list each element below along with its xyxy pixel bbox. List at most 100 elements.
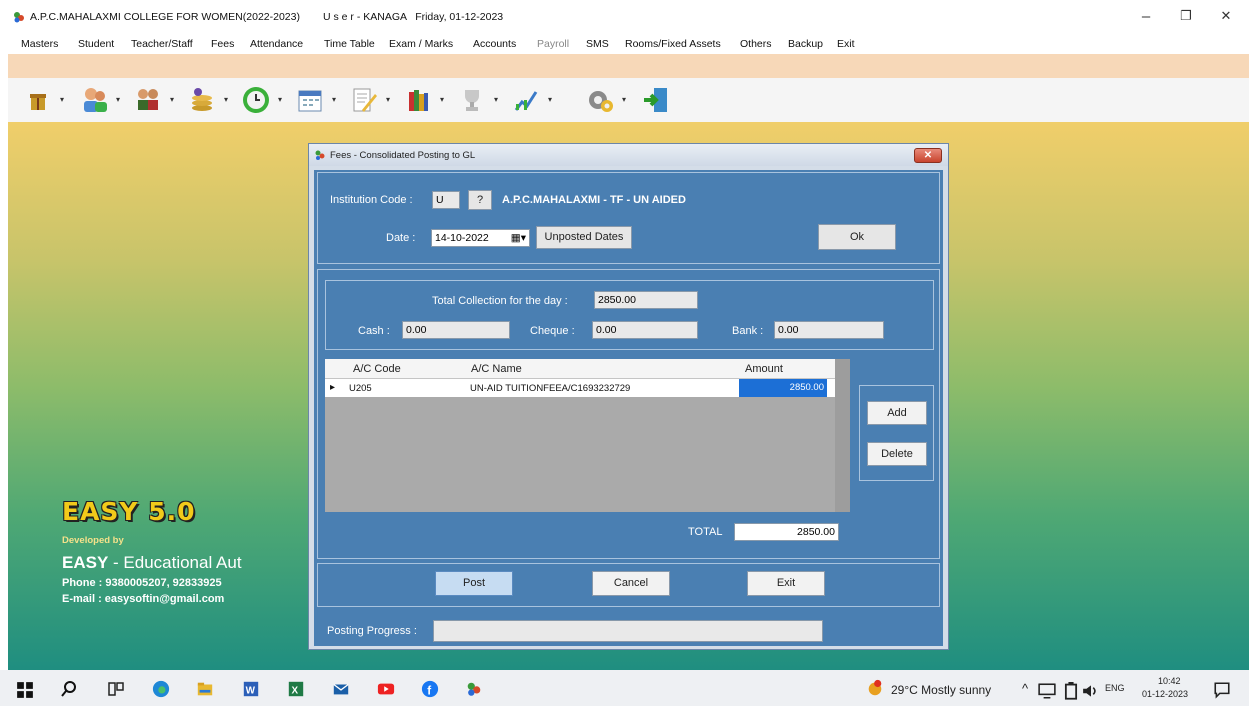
menu-backup[interactable]: Backup: [788, 38, 823, 50]
add-button[interactable]: Add: [867, 401, 927, 425]
close-button[interactable]: ✕: [1211, 8, 1241, 28]
notification-icon[interactable]: [1213, 681, 1231, 699]
dropdown-arrow-icon[interactable]: ▾: [224, 96, 230, 104]
clock-icon[interactable]: [240, 84, 272, 116]
row-selector-icon: ▸: [330, 382, 336, 393]
institution-lookup-button[interactable]: ?: [468, 190, 492, 210]
menu-fees[interactable]: Fees: [211, 38, 234, 50]
menu-rooms-fixed-assets[interactable]: Rooms/Fixed Assets: [625, 38, 721, 50]
volume-icon[interactable]: [1082, 682, 1100, 700]
exit-door-icon[interactable]: [640, 84, 672, 116]
menu-masters[interactable]: Masters: [21, 38, 58, 50]
language-indicator[interactable]: ENG: [1105, 683, 1125, 693]
menu-payroll[interactable]: Payroll: [537, 38, 569, 50]
row-ac-name[interactable]: UN-AID TUITIONFEEA/C1693232729: [470, 383, 630, 394]
dialog-title: Fees - Consolidated Posting to GL: [330, 150, 476, 161]
exit-button[interactable]: Exit: [747, 571, 825, 596]
grid-header-amount[interactable]: Amount: [745, 363, 783, 375]
app-logo-icon: [14, 12, 24, 23]
menu-attendance[interactable]: Attendance: [250, 38, 303, 50]
clock-date[interactable]: 01-12-2023: [1142, 689, 1188, 699]
facebook-icon[interactable]: f: [421, 680, 439, 698]
delete-button[interactable]: Delete: [867, 442, 927, 466]
gift-icon[interactable]: [22, 84, 54, 116]
row-amount[interactable]: 2850.00: [739, 379, 827, 397]
email-line: E-mail : easysoftin@gmail.com: [62, 593, 225, 605]
dropdown-arrow-icon[interactable]: ▾: [278, 96, 284, 104]
battery-icon[interactable]: [1062, 682, 1080, 700]
task-view-icon[interactable]: [107, 680, 125, 698]
search-icon[interactable]: [60, 680, 78, 698]
clock-time[interactable]: 10:42: [1158, 676, 1181, 686]
word-icon[interactable]: W: [242, 680, 260, 698]
row-ac-code[interactable]: U205: [349, 383, 372, 394]
menu-teacher-staff[interactable]: Teacher/Staff: [131, 38, 193, 50]
menu-bar: Masters Student Teacher/Staff Fees Atten…: [0, 36, 1249, 54]
coins-icon[interactable]: [186, 84, 218, 116]
dialog-title-bar: Fees - Consolidated Posting to GL ✕: [309, 144, 948, 166]
excel-icon[interactable]: X: [287, 680, 305, 698]
post-button[interactable]: Post: [435, 571, 513, 596]
menu-accounts[interactable]: Accounts: [473, 38, 516, 50]
date-picker-field[interactable]: 14-10-2022 ▦▾: [431, 229, 530, 247]
dropdown-arrow-icon[interactable]: ▾: [332, 96, 338, 104]
start-icon[interactable]: [16, 681, 34, 699]
calendar-dropdown-icon[interactable]: ▦▾: [511, 232, 526, 244]
app-icon[interactable]: [465, 680, 483, 698]
dropdown-arrow-icon[interactable]: ▾: [622, 96, 628, 104]
cheque-field[interactable]: 0.00: [592, 321, 698, 339]
date-value: 14-10-2022: [435, 232, 489, 244]
institution-code-field[interactable]: U: [432, 191, 460, 209]
dropdown-arrow-icon[interactable]: ▾: [440, 96, 446, 104]
date-label: Date :: [386, 232, 416, 244]
menu-student[interactable]: Student: [78, 38, 114, 50]
dialog-close-button[interactable]: ✕: [914, 148, 942, 163]
students-icon[interactable]: [132, 84, 164, 116]
youtube-icon[interactable]: [377, 680, 395, 698]
file-explorer-icon[interactable]: [196, 680, 214, 698]
cancel-button[interactable]: Cancel: [592, 571, 670, 596]
posting-progress-bar: [433, 620, 823, 642]
cash-field[interactable]: 0.00: [402, 321, 510, 339]
menu-others[interactable]: Others: [740, 38, 772, 50]
dropdown-arrow-icon[interactable]: ▾: [494, 96, 500, 104]
bank-label: Bank :: [732, 325, 764, 337]
settings-icon[interactable]: [584, 84, 616, 116]
svg-text:X: X: [292, 686, 299, 697]
dropdown-arrow-icon[interactable]: ▾: [170, 96, 176, 104]
institution-panel: [317, 172, 940, 264]
network-icon[interactable]: [1038, 682, 1056, 700]
books-icon[interactable]: [402, 84, 434, 116]
menu-sms[interactable]: SMS: [586, 38, 609, 50]
notepad-icon[interactable]: [348, 84, 380, 116]
weather-icon[interactable]: [866, 679, 884, 697]
grid-header-ac-code[interactable]: A/C Code: [353, 363, 401, 375]
dropdown-arrow-icon[interactable]: ▾: [116, 96, 122, 104]
calendar-icon[interactable]: [294, 84, 326, 116]
grid-header-ac-name[interactable]: A/C Name: [471, 363, 522, 375]
menu-time-table[interactable]: Time Table: [324, 38, 375, 50]
unposted-dates-button[interactable]: Unposted Dates: [536, 226, 632, 249]
ok-button[interactable]: Ok: [818, 224, 896, 250]
dropdown-arrow-icon[interactable]: ▾: [60, 96, 66, 104]
dropdown-arrow-icon[interactable]: ▾: [548, 96, 554, 104]
total-collection-field[interactable]: 2850.00: [594, 291, 698, 309]
mail-icon[interactable]: [332, 680, 350, 698]
restore-button[interactable]: ❐: [1171, 8, 1201, 28]
grid-scrollbar[interactable]: [835, 359, 850, 512]
bank-field[interactable]: 0.00: [774, 321, 884, 339]
dropdown-arrow-icon[interactable]: ▾: [386, 96, 392, 104]
chart-icon[interactable]: [510, 84, 542, 116]
grid-header: A/C Code A/C Name Amount: [325, 359, 835, 379]
minimize-button[interactable]: –: [1131, 8, 1161, 28]
trophy-icon[interactable]: [456, 84, 488, 116]
edge-icon[interactable]: [152, 680, 170, 698]
staff-icon[interactable]: [78, 84, 110, 116]
chevron-up-icon[interactable]: ^: [1022, 681, 1028, 696]
table-row[interactable]: ▸ U205 UN-AID TUITIONFEEA/C1693232729 28…: [325, 379, 835, 397]
menu-exit[interactable]: Exit: [837, 38, 855, 50]
weather-text[interactable]: 29°C Mostly sunny: [891, 683, 991, 697]
title-bar: A.P.C.MAHALAXMI COLLEGE FOR WOMEN(2022-2…: [0, 0, 1249, 36]
menu-exam-marks[interactable]: Exam / Marks: [389, 38, 453, 50]
total-field[interactable]: 2850.00: [734, 523, 839, 541]
